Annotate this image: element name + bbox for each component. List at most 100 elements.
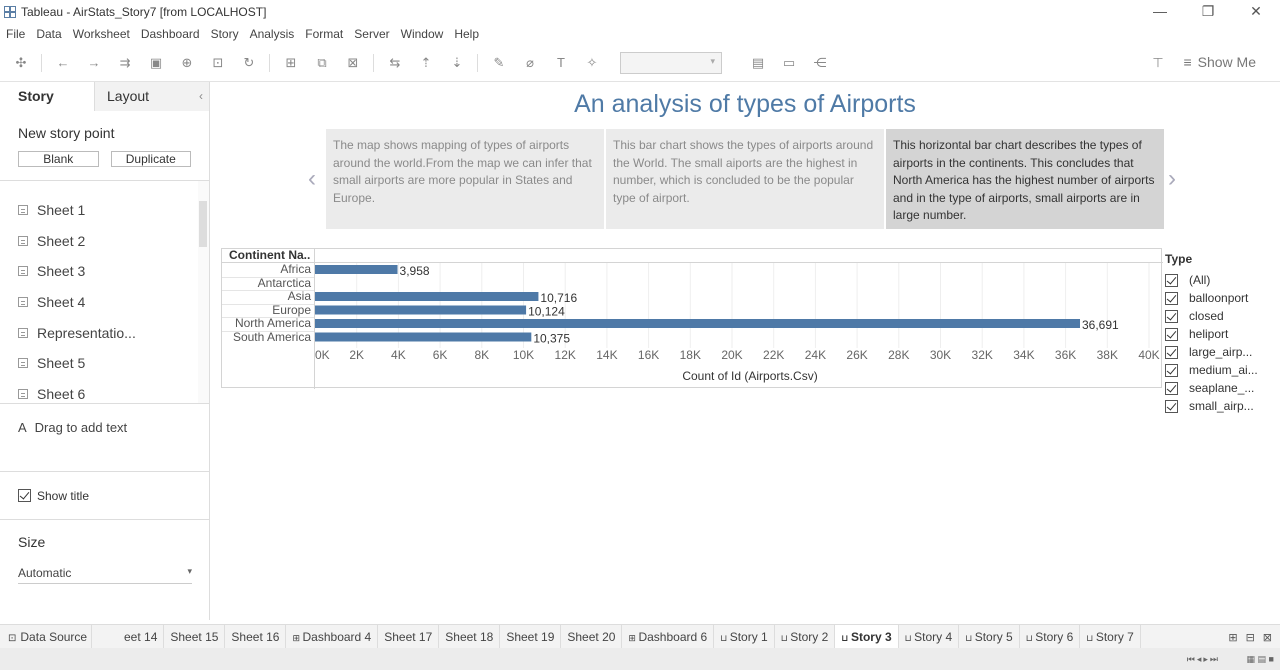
type-filter-checkbox[interactable] bbox=[1165, 327, 1178, 341]
type-filter-item[interactable]: (All) bbox=[1165, 271, 1277, 289]
menu-story[interactable]: Story bbox=[211, 27, 239, 41]
highlight-icon[interactable]: ✎ bbox=[489, 53, 509, 73]
type-filter-item[interactable]: large_airp... bbox=[1165, 343, 1277, 361]
type-filter-item[interactable]: seaplane_... bbox=[1165, 379, 1277, 397]
share-icon[interactable]: ⋲ bbox=[810, 53, 830, 73]
menu-worksheet[interactable]: Worksheet bbox=[73, 27, 130, 41]
new-story-icon[interactable]: ⊠ bbox=[1263, 631, 1272, 644]
type-filter-checkbox[interactable] bbox=[1165, 363, 1178, 377]
pause-updates-icon[interactable]: ⊡ bbox=[208, 53, 228, 73]
sheet-tab[interactable]: Sheet 17 bbox=[378, 624, 440, 649]
sheet-tab[interactable]: Sheet 15 bbox=[164, 624, 226, 649]
type-filter-item[interactable]: small_airp... bbox=[1165, 397, 1277, 415]
sheet-tab[interactable]: Sheet 16 bbox=[225, 624, 287, 649]
redo-icon[interactable]: → bbox=[84, 53, 104, 73]
type-filter-item[interactable]: closed bbox=[1165, 307, 1277, 325]
type-filter-checkbox[interactable] bbox=[1165, 399, 1178, 413]
type-filter-checkbox[interactable] bbox=[1165, 291, 1178, 305]
fit-dropdown[interactable] bbox=[620, 51, 722, 74]
x-axis-title[interactable]: Count of Id (Airports.Csv) bbox=[682, 369, 817, 383]
replay-icon[interactable]: ⇉ bbox=[115, 53, 135, 73]
sheet-tab[interactable]: ⊔ Story 1 bbox=[714, 624, 775, 649]
sheet-list-item[interactable]: Sheet 6 bbox=[0, 379, 209, 403]
sheet-tab[interactable]: ⊔ Story 5 bbox=[959, 624, 1020, 649]
sort-ascending-icon[interactable]: ⇡ bbox=[416, 53, 436, 73]
tab-story[interactable]: Story bbox=[0, 82, 95, 111]
refresh-icon[interactable]: ↻ bbox=[239, 53, 259, 73]
sheet-list-item[interactable]: Sheet 2 bbox=[0, 226, 209, 257]
menu-help[interactable]: Help bbox=[454, 27, 479, 41]
labels-icon[interactable]: T bbox=[551, 53, 571, 73]
new-sheet-icon[interactable]: ⊞ bbox=[281, 53, 301, 73]
tab-navigation-icon[interactable]: ⏮◂▸⏭ bbox=[1187, 654, 1220, 665]
sheet-tab[interactable]: Sheet 20 bbox=[561, 624, 623, 649]
duplicate-button[interactable]: Duplicate bbox=[110, 151, 191, 167]
bar[interactable] bbox=[315, 292, 539, 301]
size-select[interactable]: Automatic bbox=[18, 566, 192, 584]
sheet-tab[interactable]: ⊔ Story 6 bbox=[1020, 624, 1081, 649]
menu-format[interactable]: Format bbox=[305, 27, 343, 41]
sheet-list-item[interactable]: Sheet 4 bbox=[0, 287, 209, 318]
story-point-caption[interactable]: The map shows mapping of types of airpor… bbox=[326, 129, 604, 229]
sheet-tab[interactable]: eet 14 bbox=[122, 624, 165, 649]
restore-button[interactable]: ❐ bbox=[1184, 0, 1232, 23]
menu-data[interactable]: Data bbox=[36, 27, 61, 41]
type-filter-checkbox[interactable] bbox=[1165, 345, 1178, 359]
new-dashboard-icon[interactable]: ⊟ bbox=[1246, 631, 1255, 644]
sheet-list-scroll-thumb[interactable] bbox=[199, 201, 207, 247]
type-filter-checkbox[interactable] bbox=[1165, 273, 1178, 287]
minimize-button[interactable]: — bbox=[1136, 0, 1184, 23]
view-mode-icon[interactable]: ▦ ▤ ■ bbox=[1247, 654, 1274, 665]
story-point-caption[interactable]: This bar chart shows the types of airpor… bbox=[606, 129, 884, 229]
tooltip-icon[interactable]: ⊤ bbox=[1148, 53, 1168, 73]
tableau-home-icon[interactable]: ✣ bbox=[11, 53, 31, 73]
tab-layout[interactable]: Layout ‹ bbox=[95, 82, 209, 111]
sheet-tab[interactable]: Sheet 19 bbox=[500, 624, 562, 649]
data-source-tab[interactable]: ⊡ Data Source bbox=[0, 624, 92, 649]
next-story-point-icon[interactable]: › bbox=[1168, 165, 1176, 193]
sheet-tab[interactable]: ⊔ Story 7 bbox=[1080, 624, 1141, 649]
sort-descending-icon[interactable]: ⇣ bbox=[447, 53, 467, 73]
previous-story-point-icon[interactable]: ‹ bbox=[308, 165, 316, 193]
clear-sheet-icon[interactable]: ⊠ bbox=[343, 53, 363, 73]
bar[interactable] bbox=[315, 265, 398, 274]
undo-icon[interactable]: ← bbox=[53, 53, 73, 73]
sheet-tab[interactable]: ⊔ Story 4 bbox=[899, 624, 960, 649]
menu-window[interactable]: Window bbox=[401, 27, 444, 41]
sheet-tab[interactable]: ⊞ Dashboard 4 bbox=[286, 624, 379, 649]
show-title-toggle[interactable]: Show title bbox=[0, 471, 209, 519]
sheet-tab[interactable]: ⊔ Story 2 bbox=[775, 624, 836, 649]
sheet-list-item[interactable]: Sheet 5 bbox=[0, 348, 209, 379]
new-data-source-icon[interactable]: ⊕ bbox=[177, 53, 197, 73]
story-point-caption-active[interactable]: This horizontal bar chart describes the … bbox=[886, 129, 1164, 229]
sheet-list-item[interactable]: Sheet 1 bbox=[0, 195, 209, 226]
type-filter-item[interactable]: balloonport bbox=[1165, 289, 1277, 307]
show-title-checkbox[interactable] bbox=[18, 489, 31, 502]
type-filter-item[interactable]: heliport bbox=[1165, 325, 1277, 343]
save-icon[interactable]: ▣ bbox=[146, 53, 166, 73]
close-button[interactable]: ✕ bbox=[1232, 0, 1280, 23]
type-filter-checkbox[interactable] bbox=[1165, 381, 1178, 395]
blank-button[interactable]: Blank bbox=[18, 151, 99, 167]
sheet-tab[interactable]: ⊔ Story 3 bbox=[835, 624, 899, 649]
show-me-button[interactable]: ≡ Show Me bbox=[1183, 54, 1256, 70]
menu-server[interactable]: Server bbox=[354, 27, 389, 41]
pin-icon[interactable]: ✧ bbox=[582, 53, 602, 73]
sheet-tab[interactable]: Sheet 18 bbox=[439, 624, 501, 649]
group-icon[interactable]: ⌀ bbox=[520, 53, 540, 73]
collapse-pane-icon[interactable]: ‹ bbox=[199, 82, 203, 111]
type-filter-item[interactable]: medium_ai... bbox=[1165, 361, 1277, 379]
sheet-tab[interactable]: ⊞ Dashboard 6 bbox=[622, 624, 715, 649]
menu-analysis[interactable]: Analysis bbox=[250, 27, 295, 41]
new-worksheet-icon[interactable]: ⊞ bbox=[1228, 631, 1237, 644]
bar[interactable] bbox=[315, 332, 532, 342]
presentation-mode-icon[interactable]: ▭ bbox=[779, 53, 799, 73]
menu-dashboard[interactable]: Dashboard bbox=[141, 27, 200, 41]
sheet-list-item[interactable]: Representatio... bbox=[0, 317, 209, 348]
bar[interactable] bbox=[315, 305, 527, 315]
sheet-list-item[interactable]: Sheet 3 bbox=[0, 256, 209, 287]
type-filter-checkbox[interactable] bbox=[1165, 309, 1178, 323]
duplicate-sheet-icon[interactable]: ⧉ bbox=[312, 53, 332, 73]
drag-to-add-text[interactable]: A Drag to add text bbox=[0, 403, 209, 471]
bar[interactable] bbox=[315, 319, 1081, 328]
